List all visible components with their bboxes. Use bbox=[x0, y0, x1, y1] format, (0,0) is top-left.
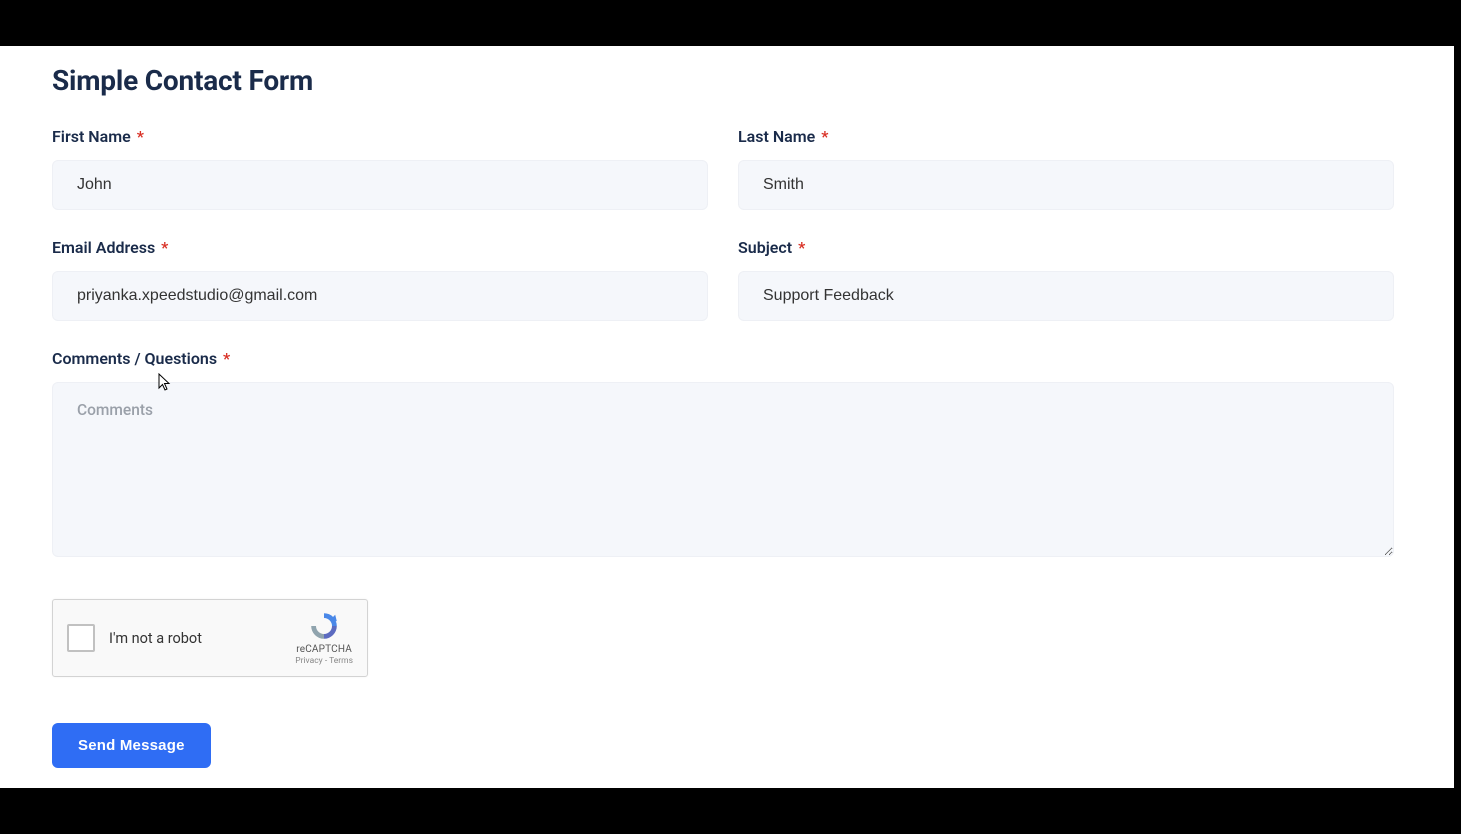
subject-label: Subject * bbox=[738, 238, 1394, 257]
subject-input[interactable] bbox=[738, 271, 1394, 321]
comments-label: Comments / Questions * bbox=[52, 349, 1394, 368]
comments-textarea[interactable] bbox=[52, 382, 1394, 557]
send-message-button[interactable]: Send Message bbox=[52, 723, 211, 768]
field-first-name: First Name * bbox=[52, 127, 708, 210]
recaptcha-icon bbox=[306, 610, 342, 642]
field-comments: Comments / Questions * bbox=[52, 349, 1394, 557]
recaptcha-logo-zone: reCAPTCHA Privacy - Terms bbox=[295, 610, 353, 666]
subject-label-text: Subject bbox=[738, 238, 792, 257]
last-name-label-text: Last Name bbox=[738, 127, 815, 146]
recaptcha-links[interactable]: Privacy - Terms bbox=[295, 656, 353, 666]
comments-label-text: Comments / Questions bbox=[52, 349, 217, 368]
first-name-input[interactable] bbox=[52, 160, 708, 210]
recaptcha-checkbox[interactable] bbox=[67, 624, 95, 652]
recaptcha-widget: I'm not a robot reCAPTCHA Privacy - Term… bbox=[52, 599, 368, 677]
contact-form: First Name * Last Name * Email Address *… bbox=[52, 127, 1454, 768]
required-star: * bbox=[223, 349, 230, 368]
email-label-text: Email Address bbox=[52, 238, 155, 257]
page-title: Simple Contact Form bbox=[52, 46, 1454, 127]
recaptcha-label: I'm not a robot bbox=[109, 630, 295, 647]
email-label: Email Address * bbox=[52, 238, 708, 257]
first-name-label-text: First Name bbox=[52, 127, 131, 146]
required-star: * bbox=[821, 127, 828, 146]
field-email: Email Address * bbox=[52, 238, 708, 321]
recaptcha-brand: reCAPTCHA bbox=[296, 644, 352, 655]
recaptcha-row: I'm not a robot reCAPTCHA Privacy - Term… bbox=[52, 585, 1394, 677]
first-name-label: First Name * bbox=[52, 127, 708, 146]
email-input[interactable] bbox=[52, 271, 708, 321]
last-name-label: Last Name * bbox=[738, 127, 1394, 146]
required-star: * bbox=[798, 238, 805, 257]
submit-row: Send Message bbox=[52, 705, 1394, 768]
field-last-name: Last Name * bbox=[738, 127, 1394, 210]
last-name-input[interactable] bbox=[738, 160, 1394, 210]
content-panel: Simple Contact Form First Name * Last Na… bbox=[0, 46, 1454, 788]
field-subject: Subject * bbox=[738, 238, 1394, 321]
required-star: * bbox=[161, 238, 168, 257]
required-star: * bbox=[137, 127, 144, 146]
